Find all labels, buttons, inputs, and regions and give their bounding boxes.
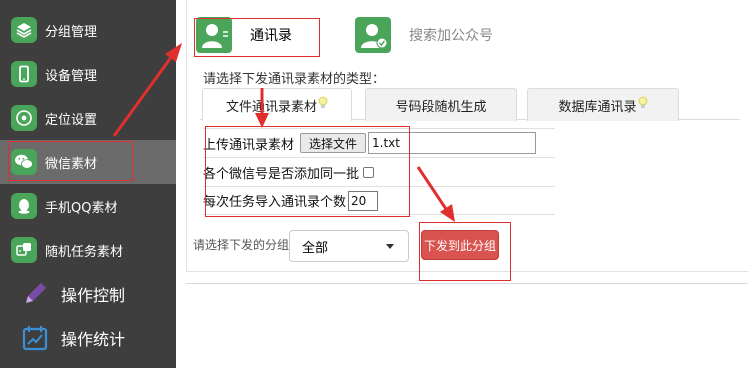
annotation-arrow [112, 55, 450, 213]
app-window: 分组管理 设备管理 定位设置 微信素材 手机QQ素材 随机任务素材 操作控制 操… [0, 0, 748, 368]
annotation-arrowhead [165, 43, 455, 222]
annotation-arrows [112, 43, 455, 222]
